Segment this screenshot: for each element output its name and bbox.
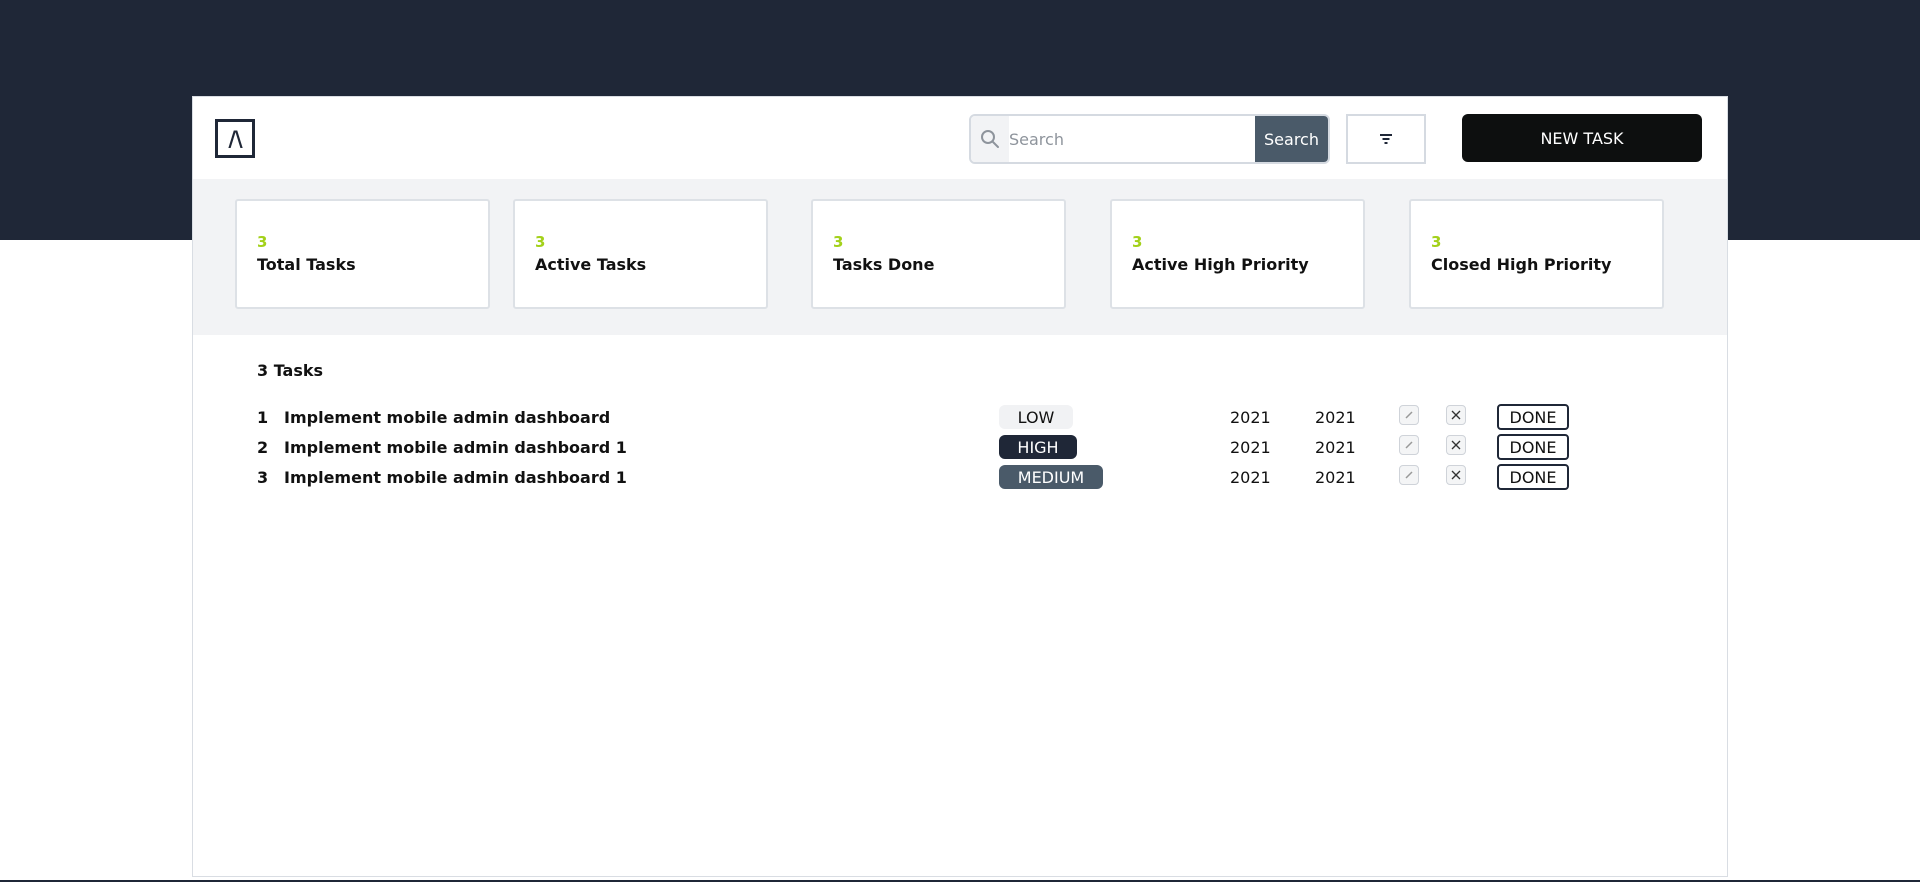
main-panel: /\ Search NEW TASK 3 Total Tasks xyxy=(192,96,1728,877)
stat-card-active-high-priority: 3 Active High Priority xyxy=(1110,199,1365,309)
stats-section: 3 Total Tasks 3 Active Tasks 3 Tasks Don… xyxy=(193,179,1727,335)
task-title[interactable]: Implement mobile admin dashboard 1 xyxy=(284,463,627,491)
pencil-icon xyxy=(1405,441,1413,449)
stat-card-tasks-done: 3 Tasks Done xyxy=(811,199,1066,309)
task-due-date: 2021 xyxy=(1315,407,1356,427)
task-title[interactable]: Implement mobile admin dashboard 1 xyxy=(284,433,627,461)
toolbar: /\ Search NEW TASK xyxy=(193,97,1727,179)
task-number: 2 xyxy=(257,437,269,457)
search-button[interactable]: Search xyxy=(1255,116,1328,162)
task-number: 1 xyxy=(257,407,269,427)
search-icon xyxy=(971,116,1009,162)
delete-button[interactable] xyxy=(1446,435,1466,455)
pencil-icon xyxy=(1405,411,1413,419)
edit-button[interactable] xyxy=(1399,435,1419,455)
task-start-date: 2021 xyxy=(1230,407,1271,427)
task-row: 3 Implement mobile admin dashboard 1 MED… xyxy=(257,463,1677,491)
task-due-date: 2021 xyxy=(1315,437,1356,457)
task-row: 2 Implement mobile admin dashboard 1 HIG… xyxy=(257,433,1677,461)
stat-value: 3 xyxy=(1132,233,1143,251)
task-start-date: 2021 xyxy=(1230,437,1271,457)
search-input[interactable] xyxy=(1009,116,1255,162)
stat-label: Total Tasks xyxy=(257,255,356,274)
edit-button[interactable] xyxy=(1399,465,1419,485)
edit-button[interactable] xyxy=(1399,405,1419,425)
filter-button[interactable] xyxy=(1346,114,1426,164)
priority-badge: HIGH xyxy=(999,435,1077,459)
stat-value: 3 xyxy=(833,233,844,251)
logo-mark: /\ xyxy=(228,126,242,151)
pencil-icon xyxy=(1405,471,1413,479)
task-title[interactable]: Implement mobile admin dashboard xyxy=(284,403,610,431)
task-row: 1 Implement mobile admin dashboard LOW 2… xyxy=(257,403,1677,431)
delete-button[interactable] xyxy=(1446,465,1466,485)
delete-button[interactable] xyxy=(1446,405,1466,425)
stat-value: 3 xyxy=(257,233,268,251)
priority-badge: MEDIUM xyxy=(999,465,1103,489)
stat-value: 3 xyxy=(1431,233,1442,251)
task-due-date: 2021 xyxy=(1315,467,1356,487)
filter-icon xyxy=(1380,134,1392,144)
stat-card-active-tasks: 3 Active Tasks xyxy=(513,199,768,309)
search-bar: Search xyxy=(969,114,1330,164)
new-task-button[interactable]: NEW TASK xyxy=(1462,114,1702,162)
stat-card-total-tasks: 3 Total Tasks xyxy=(235,199,490,309)
priority-badge: LOW xyxy=(999,405,1073,429)
stat-value: 3 xyxy=(535,233,546,251)
stat-label: Active High Priority xyxy=(1132,255,1309,274)
close-icon xyxy=(1451,440,1461,450)
stat-label: Active Tasks xyxy=(535,255,647,274)
stat-label: Tasks Done xyxy=(833,255,935,274)
task-start-date: 2021 xyxy=(1230,467,1271,487)
task-number: 3 xyxy=(257,467,269,487)
tasks-count: 3 Tasks xyxy=(257,361,324,380)
done-button[interactable]: DONE xyxy=(1497,434,1569,460)
close-icon xyxy=(1451,470,1461,480)
app-logo[interactable]: /\ xyxy=(215,119,255,158)
stat-card-closed-high-priority: 3 Closed High Priority xyxy=(1409,199,1664,309)
done-button[interactable]: DONE xyxy=(1497,464,1569,490)
close-icon xyxy=(1451,410,1461,420)
stat-label: Closed High Priority xyxy=(1431,255,1612,274)
done-button[interactable]: DONE xyxy=(1497,404,1569,430)
